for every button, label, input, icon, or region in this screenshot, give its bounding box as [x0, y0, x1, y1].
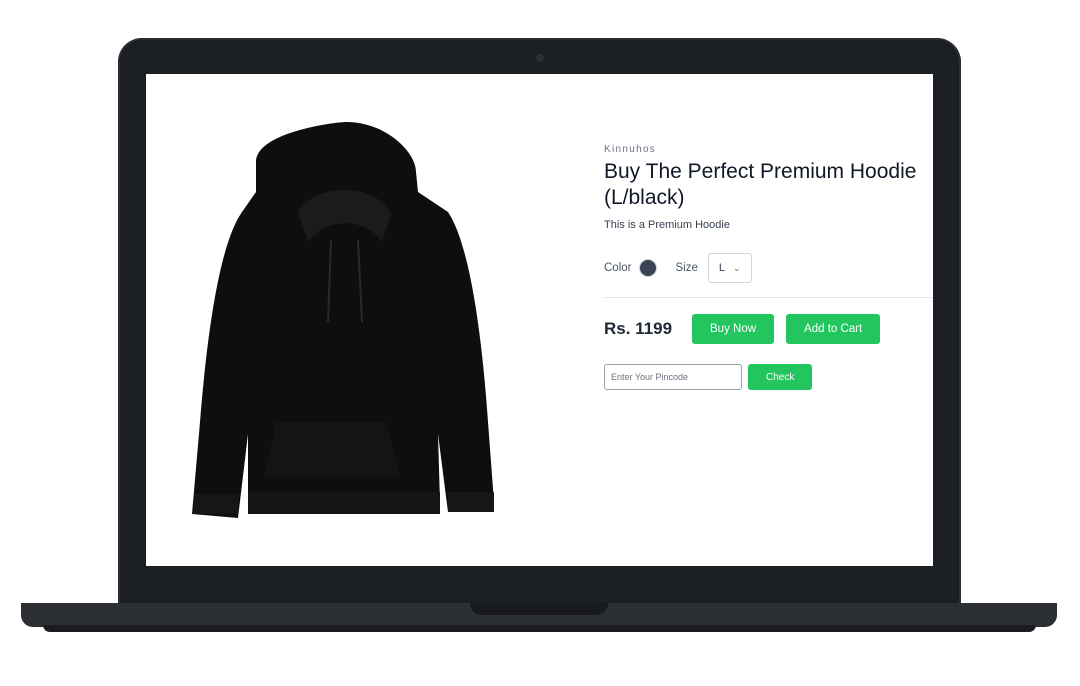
- color-label: Color: [604, 262, 632, 274]
- size-selected-value: L: [718, 262, 725, 274]
- color-swatch-black[interactable]: [639, 259, 658, 277]
- pincode-row: Check: [604, 364, 933, 390]
- laptop-notch: [470, 603, 608, 615]
- product-variant: (L/black): [604, 186, 685, 209]
- laptop-base-foot: [43, 625, 1036, 632]
- add-to-cart-button[interactable]: Add to Cart: [786, 314, 881, 344]
- product-title-text: Buy The Perfect Premium Hoodie: [604, 160, 917, 183]
- price-row: Rs. 1199 Buy Now Add to Cart: [604, 314, 933, 344]
- product-brand: Kinnuhos: [604, 144, 657, 155]
- check-pincode-button[interactable]: Check: [748, 364, 813, 390]
- product-info: Kinnuhos Buy The Perfect Premium Hoodie …: [604, 144, 933, 390]
- product-description: This is a Premium Hoodie: [604, 219, 730, 231]
- product-price: Rs. 1199: [604, 319, 673, 338]
- pincode-input[interactable]: [604, 364, 742, 390]
- size-select[interactable]: L ⌄: [707, 253, 752, 283]
- size-label: Size: [675, 262, 698, 274]
- camera: [536, 54, 544, 62]
- product-title: Buy The Perfect Premium Hoodie (L/black): [604, 159, 933, 211]
- buy-now-button[interactable]: Buy Now: [692, 314, 775, 344]
- product-image: [186, 122, 506, 532]
- chevron-down-icon: ⌄: [732, 262, 741, 273]
- product-options: Color Size L ⌄: [604, 253, 933, 298]
- hoodie-image: [192, 122, 494, 518]
- laptop-screen: Kinnuhos Buy The Perfect Premium Hoodie …: [146, 74, 933, 566]
